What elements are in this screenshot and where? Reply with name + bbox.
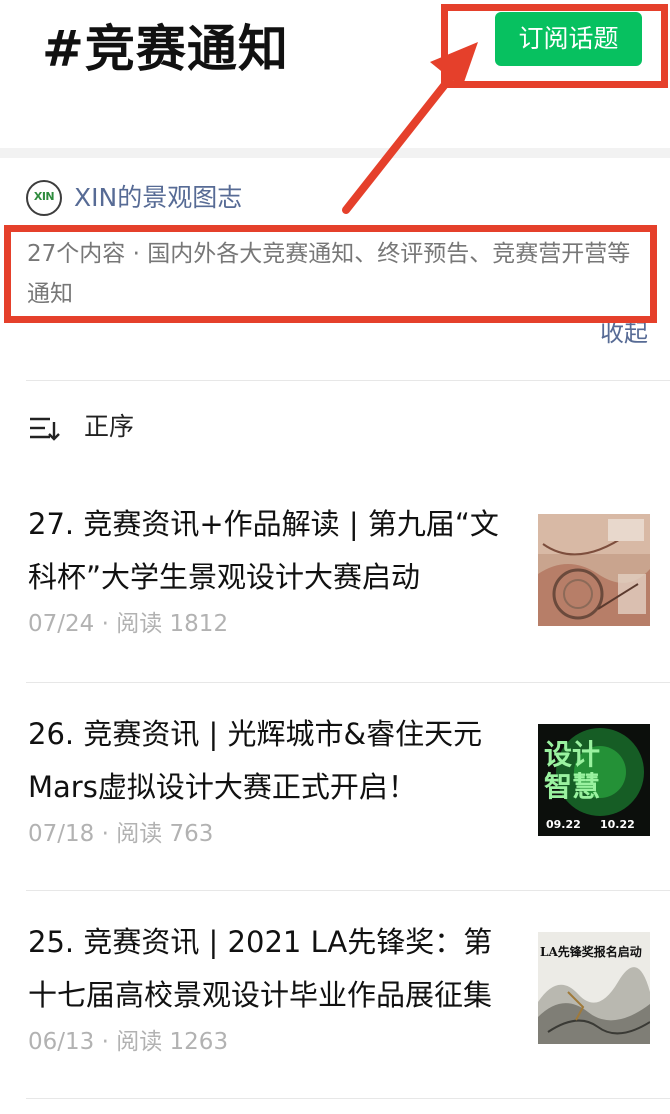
landscape-map-thumbnail[interactable] (538, 514, 650, 626)
poster-text: LA先锋奖报名启动 (540, 944, 642, 959)
article-reads: 阅读 1812 (116, 611, 229, 637)
meta-separator: · (101, 1029, 117, 1055)
collapse-link[interactable]: 收起 (600, 315, 648, 351)
design-contest-poster-thumbnail[interactable]: 设计 智慧 09.22 10.22 (538, 724, 650, 836)
article-title[interactable]: 25. 竞赛资讯 | 2021 LA先锋奖：第十七届高校景观设计毕业作品展征集 (28, 916, 514, 1022)
article-title[interactable]: 26. 竞赛资讯 | 光辉城市&睿住天元Mars虚拟设计大赛正式开启！ (28, 708, 514, 814)
article-date: 06/13 (28, 1029, 95, 1055)
poster-text: 智慧 (544, 770, 600, 803)
sort-order-icon (30, 417, 60, 441)
account-name[interactable]: XIN的景观图志 (74, 178, 242, 218)
section-divider (0, 148, 670, 158)
topic-title: #竞赛通知 (42, 20, 289, 78)
poster-text: 设计 (544, 738, 600, 771)
subscribe-topic-button[interactable]: 订阅话题 (495, 12, 642, 66)
divider (26, 1098, 670, 1099)
divider (26, 682, 670, 683)
meta-separator: · (101, 821, 117, 847)
article-item[interactable]: 27. 竞赛资讯+作品解读 | 第九届“文科杯”大学生景观设计大赛启动 07/2… (0, 474, 670, 682)
article-item[interactable]: 26. 竞赛资讯 | 光辉城市&睿住天元Mars虚拟设计大赛正式开启！ 07/1… (0, 684, 670, 892)
article-meta: 07/18 · 阅读 763 (28, 816, 213, 852)
article-meta: 06/13 · 阅读 1263 (28, 1024, 228, 1060)
avatar[interactable]: XIN (26, 180, 62, 216)
topic-description: 27个内容 · 国内外各大竞赛通知、终评预告、竞赛营开营等通知 (27, 241, 631, 307)
article-reads: 阅读 1263 (116, 1029, 229, 1055)
article-date: 07/18 (28, 821, 95, 847)
divider (26, 890, 670, 891)
divider (26, 380, 670, 381)
article-reads: 阅读 763 (116, 821, 214, 847)
ink-landscape-poster-thumbnail[interactable]: LA先锋奖报名启动 (538, 932, 650, 1044)
sort-label: 正序 (84, 412, 135, 441)
topic-header: #竞赛通知 订阅话题 (0, 0, 670, 148)
poster-date: 10.22 (600, 818, 635, 831)
article-item[interactable]: 25. 竞赛资讯 | 2021 LA先锋奖：第十七届高校景观设计毕业作品展征集 … (0, 892, 670, 1100)
article-title[interactable]: 27. 竞赛资讯+作品解读 | 第九届“文科杯”大学生景观设计大赛启动 (28, 498, 514, 604)
article-date: 07/24 (28, 611, 95, 637)
poster-date: 09.22 (546, 818, 581, 831)
meta-separator: · (101, 611, 117, 637)
article-meta: 07/24 · 阅读 1812 (28, 606, 228, 642)
